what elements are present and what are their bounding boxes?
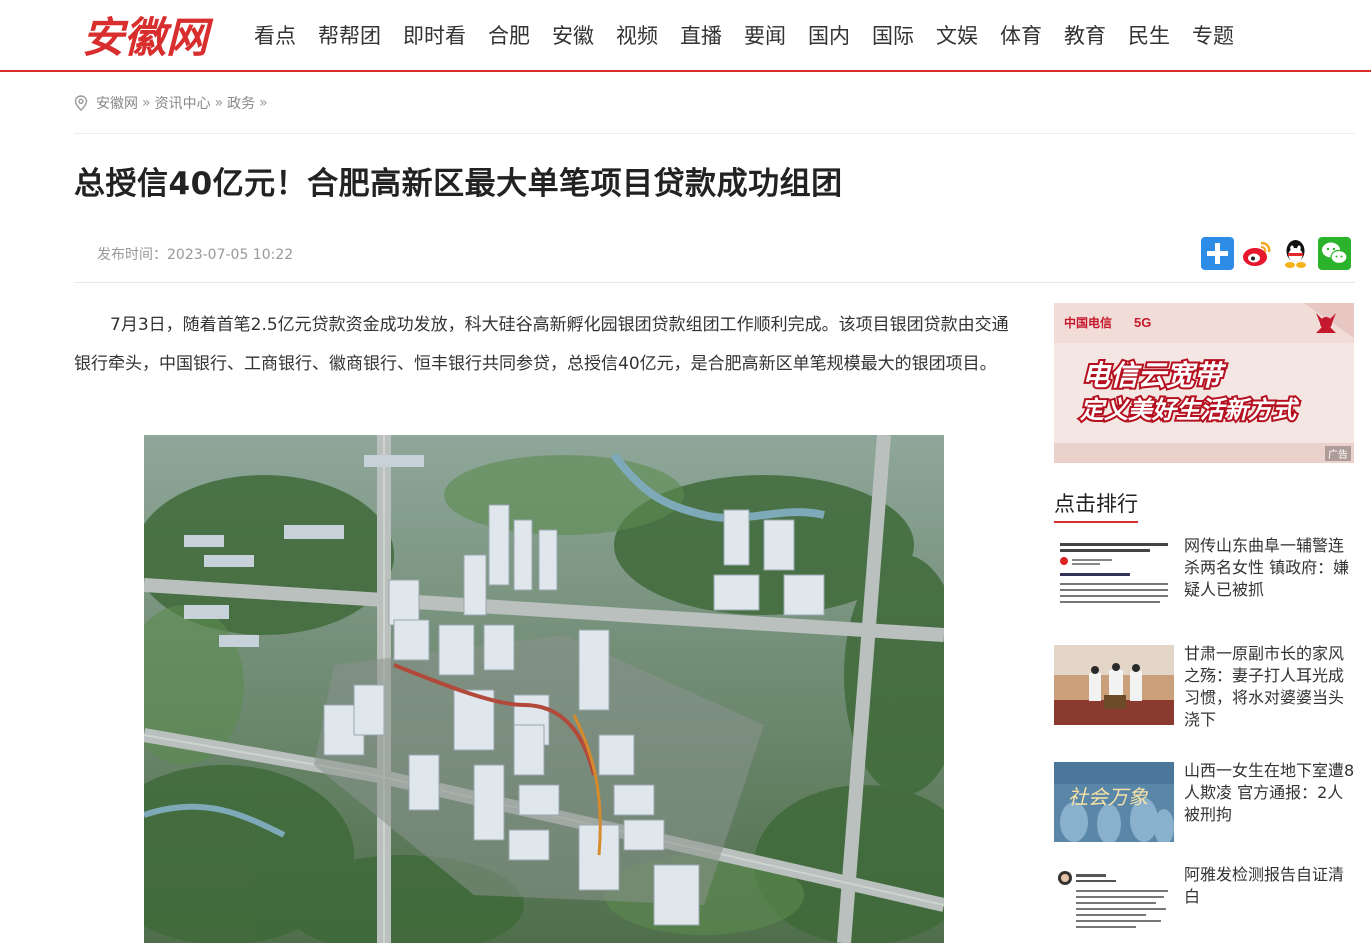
qq-icon[interactable] [1279, 237, 1312, 270]
nav-item-entertainment[interactable]: 文娱 [925, 0, 989, 72]
ranking-title: 点击排行 [1054, 488, 1138, 523]
publish-time: 发布时间：2023-07-05 10:22 [97, 247, 294, 263]
nav-item-kandian[interactable]: 看点 [243, 0, 307, 72]
ranking-header: 点击排行 [1054, 488, 1354, 523]
ad-banner[interactable]: 中国电信 5G 电信云宽带 定义美好生活新方式 广告 [1054, 303, 1354, 463]
article-title: 总授信40亿元！合肥高新区最大单笔项目贷款成功组团 [74, 166, 843, 202]
nav-item-video[interactable]: 视频 [605, 0, 669, 72]
ranking-thumb[interactable] [1054, 645, 1174, 725]
nav-item-hefei[interactable]: 合肥 [477, 0, 541, 72]
ranking-thumb[interactable] [1054, 866, 1174, 943]
breadcrumb-news-center[interactable]: 资讯中心 [155, 93, 211, 113]
nav-item-special[interactable]: 专题 [1181, 0, 1245, 72]
ranking-item-title[interactable]: 阿雅发检测报告自证清白 [1184, 864, 1356, 908]
breadcrumb: 安徽网 » 资讯中心 » 政务 » [74, 92, 272, 114]
nav-item-jishikan[interactable]: 即时看 [392, 0, 477, 72]
nav-item-anhui[interactable]: 安徽 [541, 0, 605, 72]
plus-share-icon[interactable] [1201, 237, 1234, 270]
breadcrumb-separator: » [142, 95, 151, 111]
nav-item-livelihood[interactable]: 民生 [1117, 0, 1181, 72]
ad-badge-text: 5G [1134, 315, 1151, 330]
ranking-item-title[interactable]: 甘肃一原副市长的家风之殇：妻子打人耳光成习惯，将水对婆婆当头浇下 [1184, 643, 1356, 731]
wechat-icon[interactable] [1318, 237, 1351, 270]
main-nav: 看点 帮帮团 即时看 合肥 安徽 视频 直播 要闻 国内 国际 文娱 体育 教育… [243, 0, 1245, 72]
site-logo[interactable]: 安徽网 [80, 10, 230, 62]
article-paragraph: 7月3日，随着首笔2.5亿元贷款资金成功发放，科大硅谷高新孵化园银团贷款组团工作… [74, 315, 1009, 374]
breadcrumb-separator: » [259, 95, 268, 111]
top-header: 安徽网 看点 帮帮团 即时看 合肥 安徽 视频 直播 要闻 国内 国际 文娱 体… [0, 0, 1371, 72]
ranking-item[interactable]: 社会万象 山西一女生在地下室遭8人欺凌 官方通报：2人被刑拘 [1054, 760, 1359, 842]
nav-item-live[interactable]: 直播 [669, 0, 733, 72]
divider [74, 133, 1355, 134]
ad-brand-text: 中国电信 [1064, 315, 1112, 330]
breadcrumb-home[interactable]: 安徽网 [96, 93, 138, 113]
breadcrumb-government[interactable]: 政务 [227, 93, 255, 113]
ranking-item[interactable]: 网传山东曲阜一辅警连杀两名女性 镇政府：嫌疑人已被抓 [1054, 535, 1359, 617]
ranking-thumb-text: 社会万象 [1068, 785, 1149, 809]
nav-item-education[interactable]: 教育 [1053, 0, 1117, 72]
ad-line2: 定义美好生活新方式 [1079, 396, 1300, 424]
divider [74, 282, 1355, 283]
location-pin-icon [74, 95, 88, 111]
nav-item-international[interactable]: 国际 [861, 0, 925, 72]
nav-item-bangbangtuan[interactable]: 帮帮团 [307, 0, 392, 72]
ranking-thumb[interactable]: 社会万象 [1054, 762, 1174, 842]
nav-item-sports[interactable]: 体育 [989, 0, 1053, 72]
article-image [144, 435, 944, 943]
ranking-item-title[interactable]: 网传山东曲阜一辅警连杀两名女性 镇政府：嫌疑人已被抓 [1184, 535, 1356, 601]
site-logo-text: 安徽网 [82, 13, 214, 62]
ranking-item-title[interactable]: 山西一女生在地下室遭8人欺凌 官方通报：2人被刑拘 [1184, 760, 1356, 826]
breadcrumb-separator: » [214, 95, 224, 111]
ranking-item[interactable]: 甘肃一原副市长的家风之殇：妻子打人耳光成习惯，将水对婆婆当头浇下 [1054, 644, 1359, 729]
ad-line1: 电信云宽带 [1082, 359, 1227, 392]
ad-tag: 广告 [1325, 446, 1351, 461]
weibo-icon[interactable] [1240, 237, 1273, 270]
nav-item-headlines[interactable]: 要闻 [733, 0, 797, 72]
share-bar [1201, 237, 1351, 270]
ranking-item[interactable]: 阿雅发检测报告自证清白 [1054, 864, 1359, 943]
ranking-thumb[interactable] [1054, 537, 1174, 617]
nav-item-domestic[interactable]: 国内 [797, 0, 861, 72]
